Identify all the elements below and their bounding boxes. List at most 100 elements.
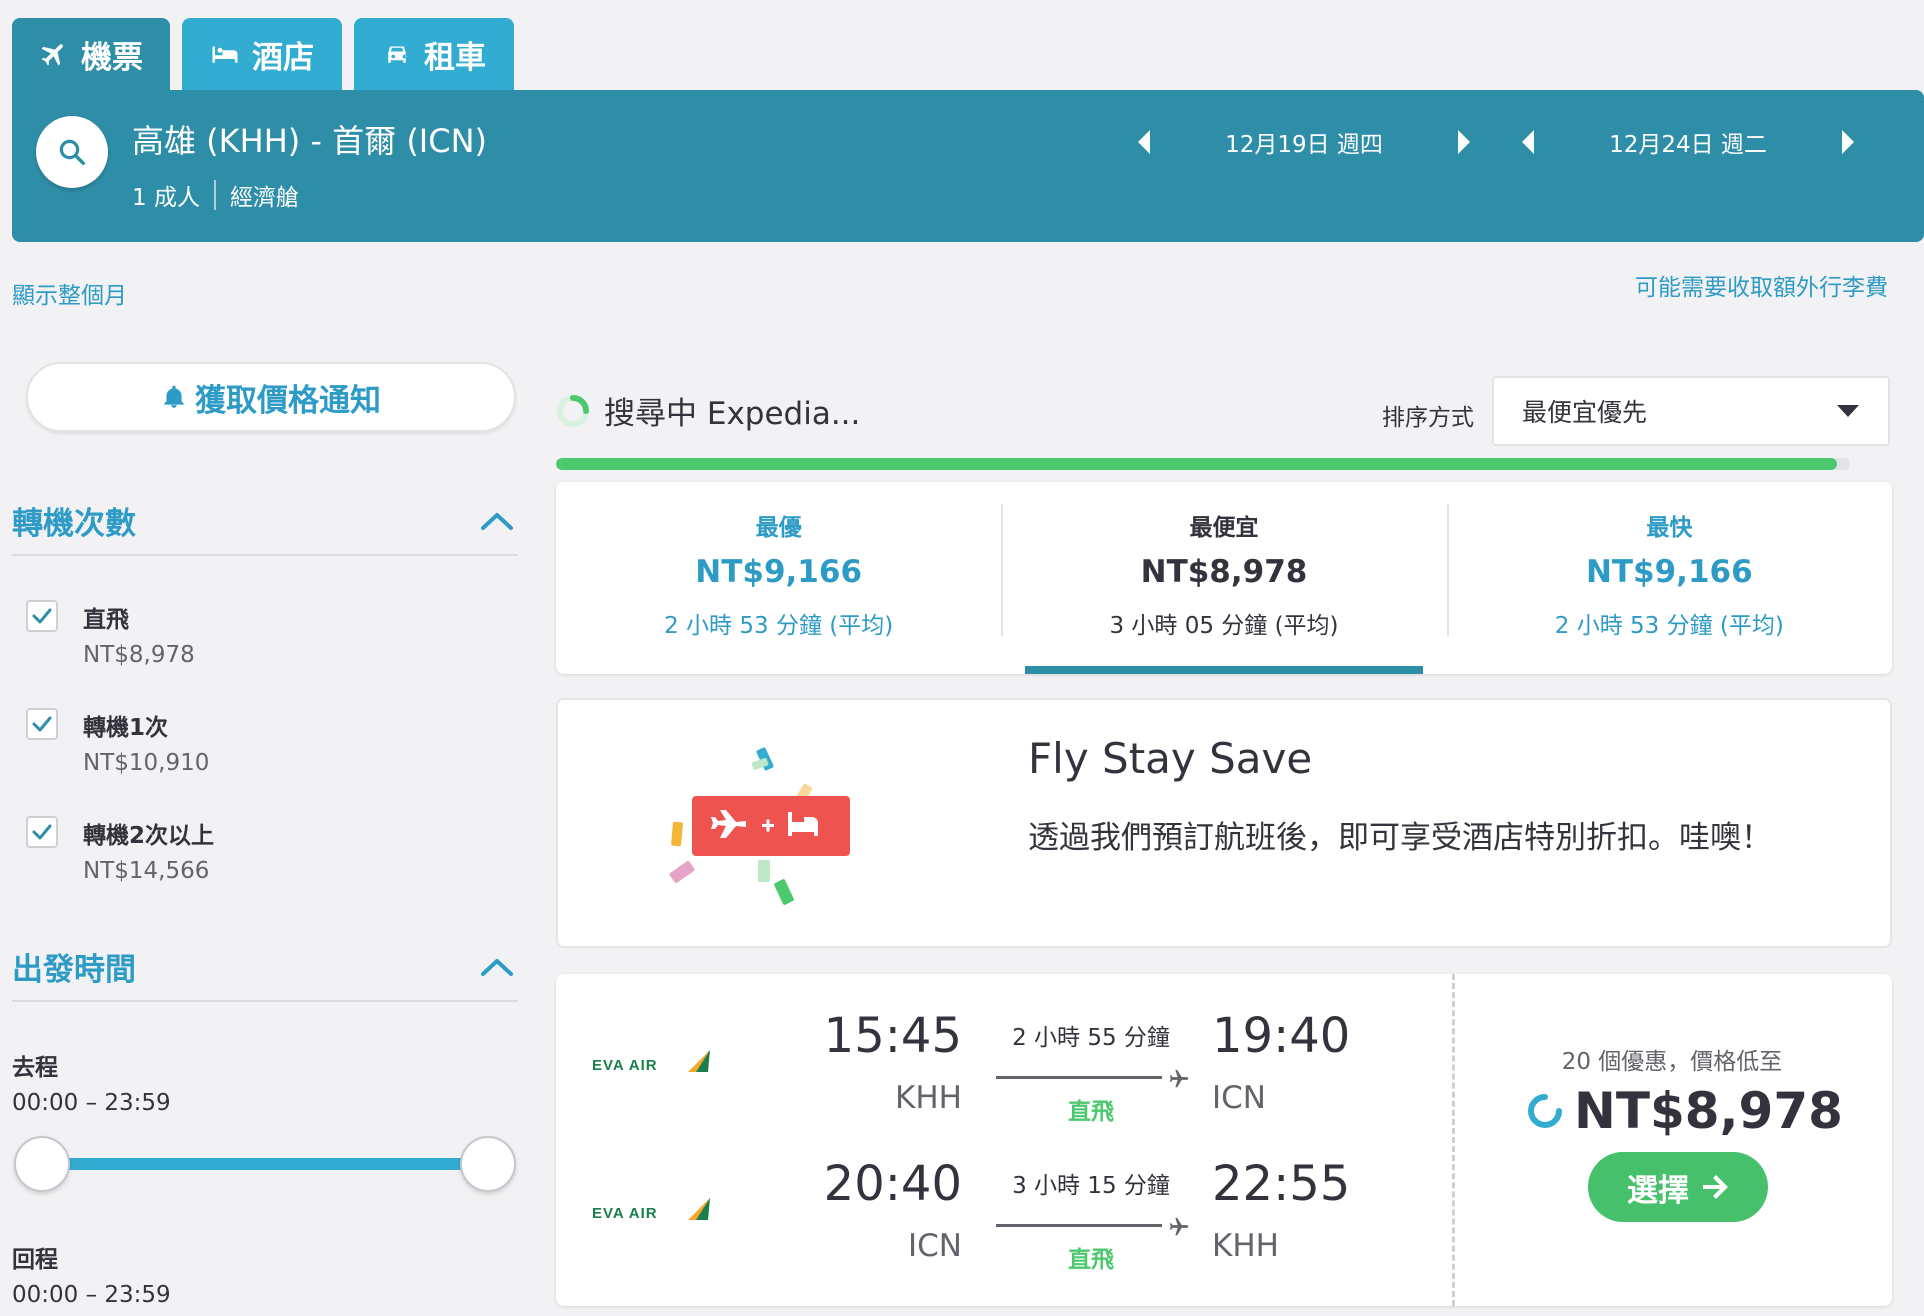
route-text[interactable]: 高雄 (KHH) - 首爾 (ICN) <box>132 116 487 162</box>
stops-filter-header[interactable]: 轉機次數 <box>12 498 518 556</box>
route-line <box>996 1216 1192 1236</box>
promo-title: Fly Stay Save <box>1028 734 1313 783</box>
filter-price: NT$8,978 <box>83 642 195 668</box>
check-icon <box>32 716 52 732</box>
search-icon <box>59 139 85 165</box>
search-button[interactable] <box>36 116 108 188</box>
depart-date-nav: 12月19日 週四 <box>1122 120 1486 164</box>
check-icon <box>32 608 52 624</box>
stops-filter-title: 轉機次數 <box>12 506 136 542</box>
summary-duration: 2 小時 53 分鐘 (平均) <box>1554 613 1784 639</box>
summary-price: NT$8,978 <box>1140 554 1308 590</box>
eva-air-logo-icon: EVA AIR <box>592 1050 710 1074</box>
search-status: 搜尋中 Expedia... <box>556 388 860 433</box>
flight-plus-hotel-icon <box>669 747 850 905</box>
summary-price: NT$9,166 <box>1585 554 1753 590</box>
price-alert-button[interactable]: 獲取價格通知 <box>26 362 516 432</box>
sort-select[interactable]: 最便宜優先 <box>1492 376 1890 446</box>
nonstop-checkbox[interactable] <box>26 600 58 632</box>
arrow-right-icon <box>1703 1175 1728 1199</box>
plane-icon <box>1169 1069 1189 1088</box>
sort-label: 排序方式 <box>1382 405 1474 431</box>
tab-label: 酒店 <box>252 39 314 76</box>
route-line <box>996 1068 1192 1088</box>
triangle-left-icon <box>1522 130 1534 154</box>
summary-duration: 3 小時 05 分鐘 (平均) <box>1109 613 1339 639</box>
card-divider <box>1452 974 1455 1306</box>
select-flight-button[interactable]: 選擇 <box>1588 1152 1768 1222</box>
slider-handle-end[interactable] <box>460 1136 516 1192</box>
outbound-time-slider[interactable] <box>12 1136 518 1192</box>
tab-label: 租車 <box>424 39 486 76</box>
search-summary-bar[interactable]: 高雄 (KHH) - 首爾 (ICN) 1 成人 經濟艙 12月19日 週四 1… <box>12 90 1924 242</box>
return-time-range: 00:00 – 23:59 <box>12 1282 171 1308</box>
stops-info: 直飛 <box>1068 1099 1114 1125</box>
caret-down-icon <box>1837 405 1859 417</box>
triangle-right-icon <box>1842 130 1854 154</box>
departure-airport: KHH <box>895 1080 962 1116</box>
loading-spinner-icon <box>1528 1094 1562 1128</box>
triangle-right-icon <box>1458 130 1470 154</box>
flight-duration: 2 小時 55 分鐘 <box>1012 1025 1170 1051</box>
summary-label: 最便宜 <box>1189 515 1259 541</box>
summary-label: 最優 <box>755 515 802 541</box>
filter-label: 轉機1次 <box>83 715 169 741</box>
slider-track <box>42 1158 488 1170</box>
arrival-time: 19:40 <box>1212 1008 1351 1064</box>
arrival-time: 22:55 <box>1212 1156 1351 1212</box>
return-next-button[interactable] <box>1826 120 1870 164</box>
depart-date[interactable]: 12月19日 週四 <box>1166 125 1442 159</box>
bell-icon <box>164 385 184 408</box>
return-prev-button[interactable] <box>1506 120 1550 164</box>
summary-cheapest[interactable]: 最便宜 NT$8,978 3 小時 05 分鐘 (平均) <box>1001 482 1446 674</box>
product-tabs: 機票 酒店 租車 <box>12 18 514 90</box>
progress-fill <box>556 458 1838 470</box>
sort-summary-tabs: 最優 NT$9,166 2 小時 53 分鐘 (平均) 最便宜 NT$8,978… <box>556 482 1892 674</box>
depart-prev-button[interactable] <box>1122 120 1166 164</box>
cabin-class: 經濟艙 <box>229 185 299 211</box>
passenger-cabin[interactable]: 1 成人 經濟艙 <box>132 178 299 212</box>
flight-result-card[interactable]: EVA AIR 15:45 KHH 2 小時 55 分鐘 直飛 19:40 IC… <box>556 974 1892 1306</box>
two-plus-checkbox[interactable] <box>26 816 58 848</box>
eva-air-logo-icon: EVA AIR <box>592 1198 710 1222</box>
bed-icon <box>212 46 238 63</box>
fly-stay-save-promo[interactable]: Fly Stay Save 透過我們預訂航班後，即可享受酒店特別折扣。哇噢！ <box>556 698 1892 948</box>
tab-label: 機票 <box>81 39 143 76</box>
show-whole-month-link[interactable]: 顯示整個月 <box>12 276 127 310</box>
triangle-left-icon <box>1138 130 1150 154</box>
summary-best[interactable]: 最優 NT$9,166 2 小時 53 分鐘 (平均) <box>556 482 1001 674</box>
one-stop-checkbox[interactable] <box>26 708 58 740</box>
filter-label: 轉機2次以上 <box>83 823 215 849</box>
baggage-fee-link[interactable]: 可能需要收取額外行李費 <box>1635 268 1888 302</box>
chevron-up-icon <box>481 959 513 976</box>
arrival-airport: ICN <box>1212 1080 1266 1116</box>
select-button-label: 選擇 <box>1627 1172 1689 1209</box>
plane-icon <box>1169 1217 1189 1236</box>
departure-airport: ICN <box>908 1228 962 1264</box>
passenger-count: 1 成人 <box>132 185 200 211</box>
depart-next-button[interactable] <box>1442 120 1486 164</box>
departure-time-title: 出發時間 <box>12 952 136 988</box>
tab-flights[interactable]: 機票 <box>12 18 170 90</box>
separator <box>213 180 216 210</box>
arrival-airport: KHH <box>1212 1228 1279 1264</box>
flight-leg-outbound: EVA AIR 15:45 KHH 2 小時 55 分鐘 直飛 19:40 IC… <box>556 1008 1452 1148</box>
price-alert-label: 獲取價格通知 <box>195 382 381 419</box>
summary-fastest[interactable]: 最快 NT$9,166 2 小時 53 分鐘 (平均) <box>1446 482 1892 674</box>
departure-time-filter-header[interactable]: 出發時間 <box>12 944 518 1002</box>
flight-duration: 3 小時 15 分鐘 <box>1012 1173 1170 1199</box>
departure-time: 20:40 <box>823 1156 962 1212</box>
slider-handle-start[interactable] <box>14 1136 70 1192</box>
return-date[interactable]: 12月24日 週二 <box>1550 125 1826 159</box>
summary-label: 最快 <box>1646 515 1693 541</box>
departure-time: 15:45 <box>823 1008 962 1064</box>
summary-price: NT$9,166 <box>695 554 863 590</box>
loading-spinner-icon <box>557 394 589 427</box>
tab-hotels[interactable]: 酒店 <box>182 18 342 90</box>
tab-cars[interactable]: 租車 <box>354 18 514 90</box>
summary-duration: 2 小時 53 分鐘 (平均) <box>664 613 894 639</box>
search-progress-bar <box>556 458 1850 470</box>
selected-indicator <box>1025 666 1423 674</box>
return-date-nav: 12月24日 週二 <box>1506 120 1870 164</box>
result-price-value: NT$8,978 <box>1574 1082 1843 1140</box>
